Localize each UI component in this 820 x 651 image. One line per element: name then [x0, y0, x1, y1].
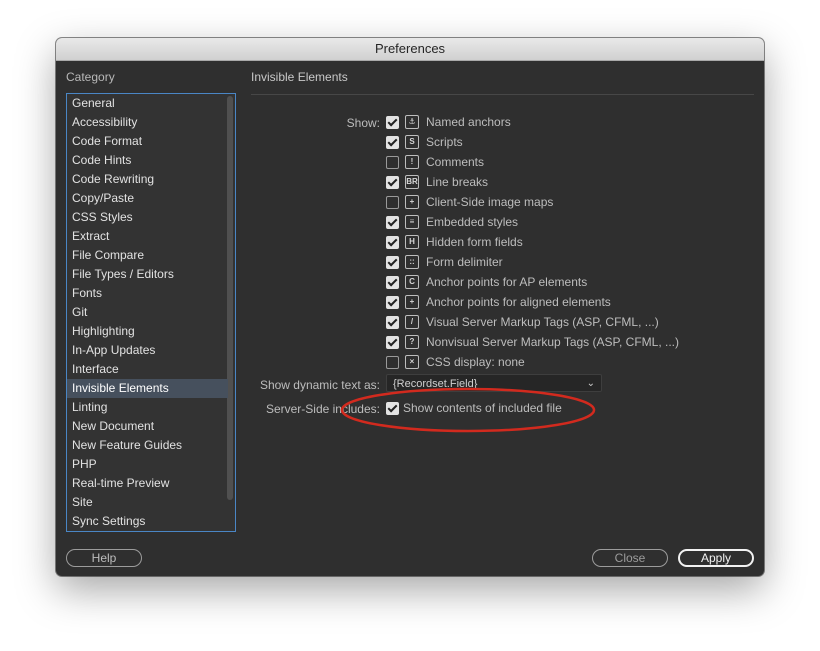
show-option-checkbox[interactable] [386, 256, 399, 269]
window-title: Preferences [56, 38, 764, 61]
show-option-checkbox[interactable] [386, 156, 399, 169]
show-option-label: Scripts [426, 135, 463, 149]
show-label: Show: [346, 116, 380, 130]
sidebar-item-fonts[interactable]: Fonts [67, 284, 228, 303]
show-option-label: CSS display: none [426, 355, 525, 369]
sidebar-item-new-document[interactable]: New Document [67, 417, 228, 436]
sidebar-item-extract[interactable]: Extract [67, 227, 228, 246]
apply-button[interactable]: Apply [678, 549, 754, 567]
css-display-none-icon: × [405, 355, 419, 369]
category-heading: Category [66, 70, 115, 84]
show-option-checkbox[interactable] [386, 196, 399, 209]
sidebar-item-git[interactable]: Git [67, 303, 228, 322]
ap-anchor-icon: C [405, 275, 419, 289]
anchor-icon: ⚓ [405, 115, 419, 129]
show-option-label: Line breaks [426, 175, 489, 189]
aligned-anchor-icon: + [405, 295, 419, 309]
sidebar-item-sync-settings[interactable]: Sync Settings [67, 512, 228, 531]
show-option-label: Anchor points for AP elements [426, 275, 588, 289]
sidebar-item-real-time-preview[interactable]: Real-time Preview [67, 474, 228, 493]
sidebar-item-in-app-updates[interactable]: In-App Updates [67, 341, 228, 360]
nonvisual-server-tag-icon: ? [405, 335, 419, 349]
show-option-checkbox[interactable] [386, 136, 399, 149]
dynamic-text-label: Show dynamic text as: [259, 378, 380, 392]
sidebar-item-copy-paste[interactable]: Copy/Paste [67, 189, 228, 208]
sidebar-item-linting[interactable]: Linting [67, 398, 228, 417]
sidebar-item-general[interactable]: General [67, 94, 228, 113]
show-option-checkbox[interactable] [386, 276, 399, 289]
sidebar-item-code-format[interactable]: Code Format [67, 132, 228, 151]
sidebar-item-file-compare[interactable]: File Compare [67, 246, 228, 265]
hidden-field-icon: H [405, 235, 419, 249]
show-option-label: Client-Side image maps [426, 195, 554, 209]
image-map-icon: + [405, 195, 419, 209]
comment-icon: ! [405, 155, 419, 169]
sidebar-item-code-rewriting[interactable]: Code Rewriting [67, 170, 228, 189]
show-option-checkbox[interactable] [386, 356, 399, 369]
show-option-label: Named anchors [426, 115, 511, 129]
visual-server-tag-icon: / [405, 315, 419, 329]
help-button[interactable]: Help [66, 549, 142, 567]
show-option-checkbox[interactable] [386, 336, 399, 349]
sidebar-item-new-feature-guides[interactable]: New Feature Guides [67, 436, 228, 455]
show-option-checkbox[interactable] [386, 296, 399, 309]
dynamic-text-select[interactable]: {Recordset.Field} ⌄ [386, 374, 602, 392]
chevron-down-icon: ⌄ [586, 378, 595, 389]
sidebar-item-site[interactable]: Site [67, 493, 228, 512]
script-icon: S [405, 135, 419, 149]
sidebar-item-code-hints[interactable]: Code Hints [67, 151, 228, 170]
sidebar-item-php[interactable]: PHP [67, 455, 228, 474]
dynamic-text-value: {Recordset.Field} [393, 378, 478, 390]
sidebar-item-interface[interactable]: Interface [67, 360, 228, 379]
section-divider [251, 94, 754, 95]
show-option-label: Anchor points for aligned elements [426, 295, 611, 309]
ssi-label: Server-Side includes: [265, 402, 380, 416]
form-delimiter-icon: :: [405, 255, 419, 269]
sidebar-item-highlighting[interactable]: Highlighting [67, 322, 228, 341]
sidebar-item-css-styles[interactable]: CSS Styles [67, 208, 228, 227]
show-option-label: Hidden form fields [426, 235, 523, 249]
section-title: Invisible Elements [251, 70, 348, 84]
sidebar-item-accessibility[interactable]: Accessibility [67, 113, 228, 132]
show-option-label: Nonvisual Server Markup Tags (ASP, CFML,… [426, 335, 679, 349]
line-break-icon: BR [405, 175, 419, 189]
category-list[interactable]: General Accessibility Code Format Code Hint… [66, 93, 236, 532]
show-option-label: Comments [426, 155, 485, 169]
preferences-window: Preferences Category General Accessibilit… [56, 38, 764, 576]
show-option-label: Form delimiter [426, 255, 503, 269]
show-option-label: Embedded styles [426, 215, 519, 229]
ssi-checkbox[interactable] [386, 402, 399, 415]
embedded-style-icon: ≡ [405, 215, 419, 229]
show-option-checkbox[interactable] [386, 176, 399, 189]
show-option-checkbox[interactable] [386, 316, 399, 329]
show-option-label: Visual Server Markup Tags (ASP, CFML, ..… [426, 315, 659, 329]
show-option-checkbox[interactable] [386, 236, 399, 249]
close-button[interactable]: Close [592, 549, 668, 567]
sidebar-item-file-types-editors[interactable]: File Types / Editors [67, 265, 228, 284]
show-option-checkbox[interactable] [386, 216, 399, 229]
sidebar-item-invisible-elements[interactable]: Invisible Elements [67, 379, 228, 398]
show-option-checkbox[interactable] [386, 116, 399, 129]
ssi-option-label: Show contents of included file [403, 401, 562, 415]
